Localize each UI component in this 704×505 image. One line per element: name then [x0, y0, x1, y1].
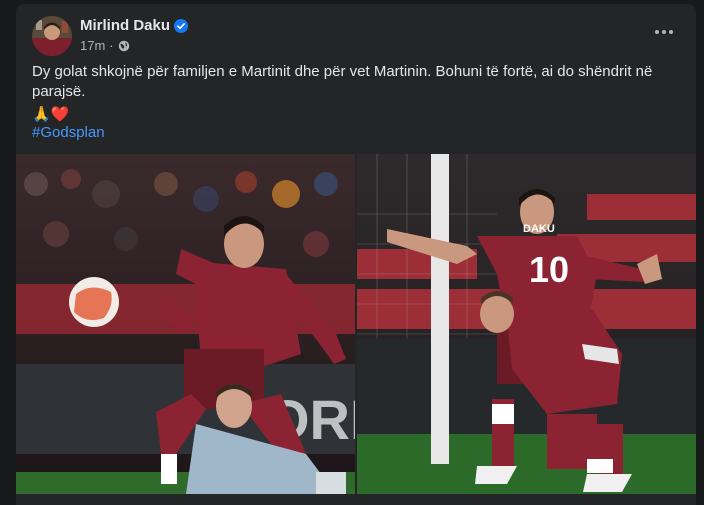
photo-player-celebrating[interactable]: DAKU 10	[357, 154, 696, 494]
avatar-image	[32, 16, 72, 56]
photo-player-shooting[interactable]: ORI	[16, 154, 355, 494]
post-footer	[16, 494, 696, 505]
verified-badge-icon	[174, 18, 189, 33]
post-meta: 17m ·	[80, 38, 130, 53]
author-name-text[interactable]: Mirlind Daku	[80, 17, 170, 34]
post-text: Dy golat shkojnë për familjen e Martinit…	[32, 63, 653, 100]
jersey-number: 10	[529, 249, 569, 290]
post-timestamp[interactable]: 17m	[80, 38, 105, 53]
photo-image: DAKU 10	[357, 154, 696, 494]
photo-grid: ORI	[16, 154, 696, 494]
author-avatar[interactable]	[32, 16, 72, 56]
author-name[interactable]: Mirlind Daku	[80, 17, 189, 34]
hashtag-link[interactable]: #Godsplan	[32, 124, 105, 141]
globe-icon[interactable]	[118, 40, 130, 52]
post-emojis: 🙏❤️	[32, 106, 70, 123]
jersey-name: DAKU	[523, 223, 555, 235]
photo-image: ORI	[16, 154, 355, 494]
post-card: Mirlind Daku 17m · Dy golat shkojnë për …	[16, 4, 696, 505]
more-options-icon[interactable]	[648, 20, 680, 44]
post-header: Mirlind Daku 17m ·	[32, 16, 680, 56]
